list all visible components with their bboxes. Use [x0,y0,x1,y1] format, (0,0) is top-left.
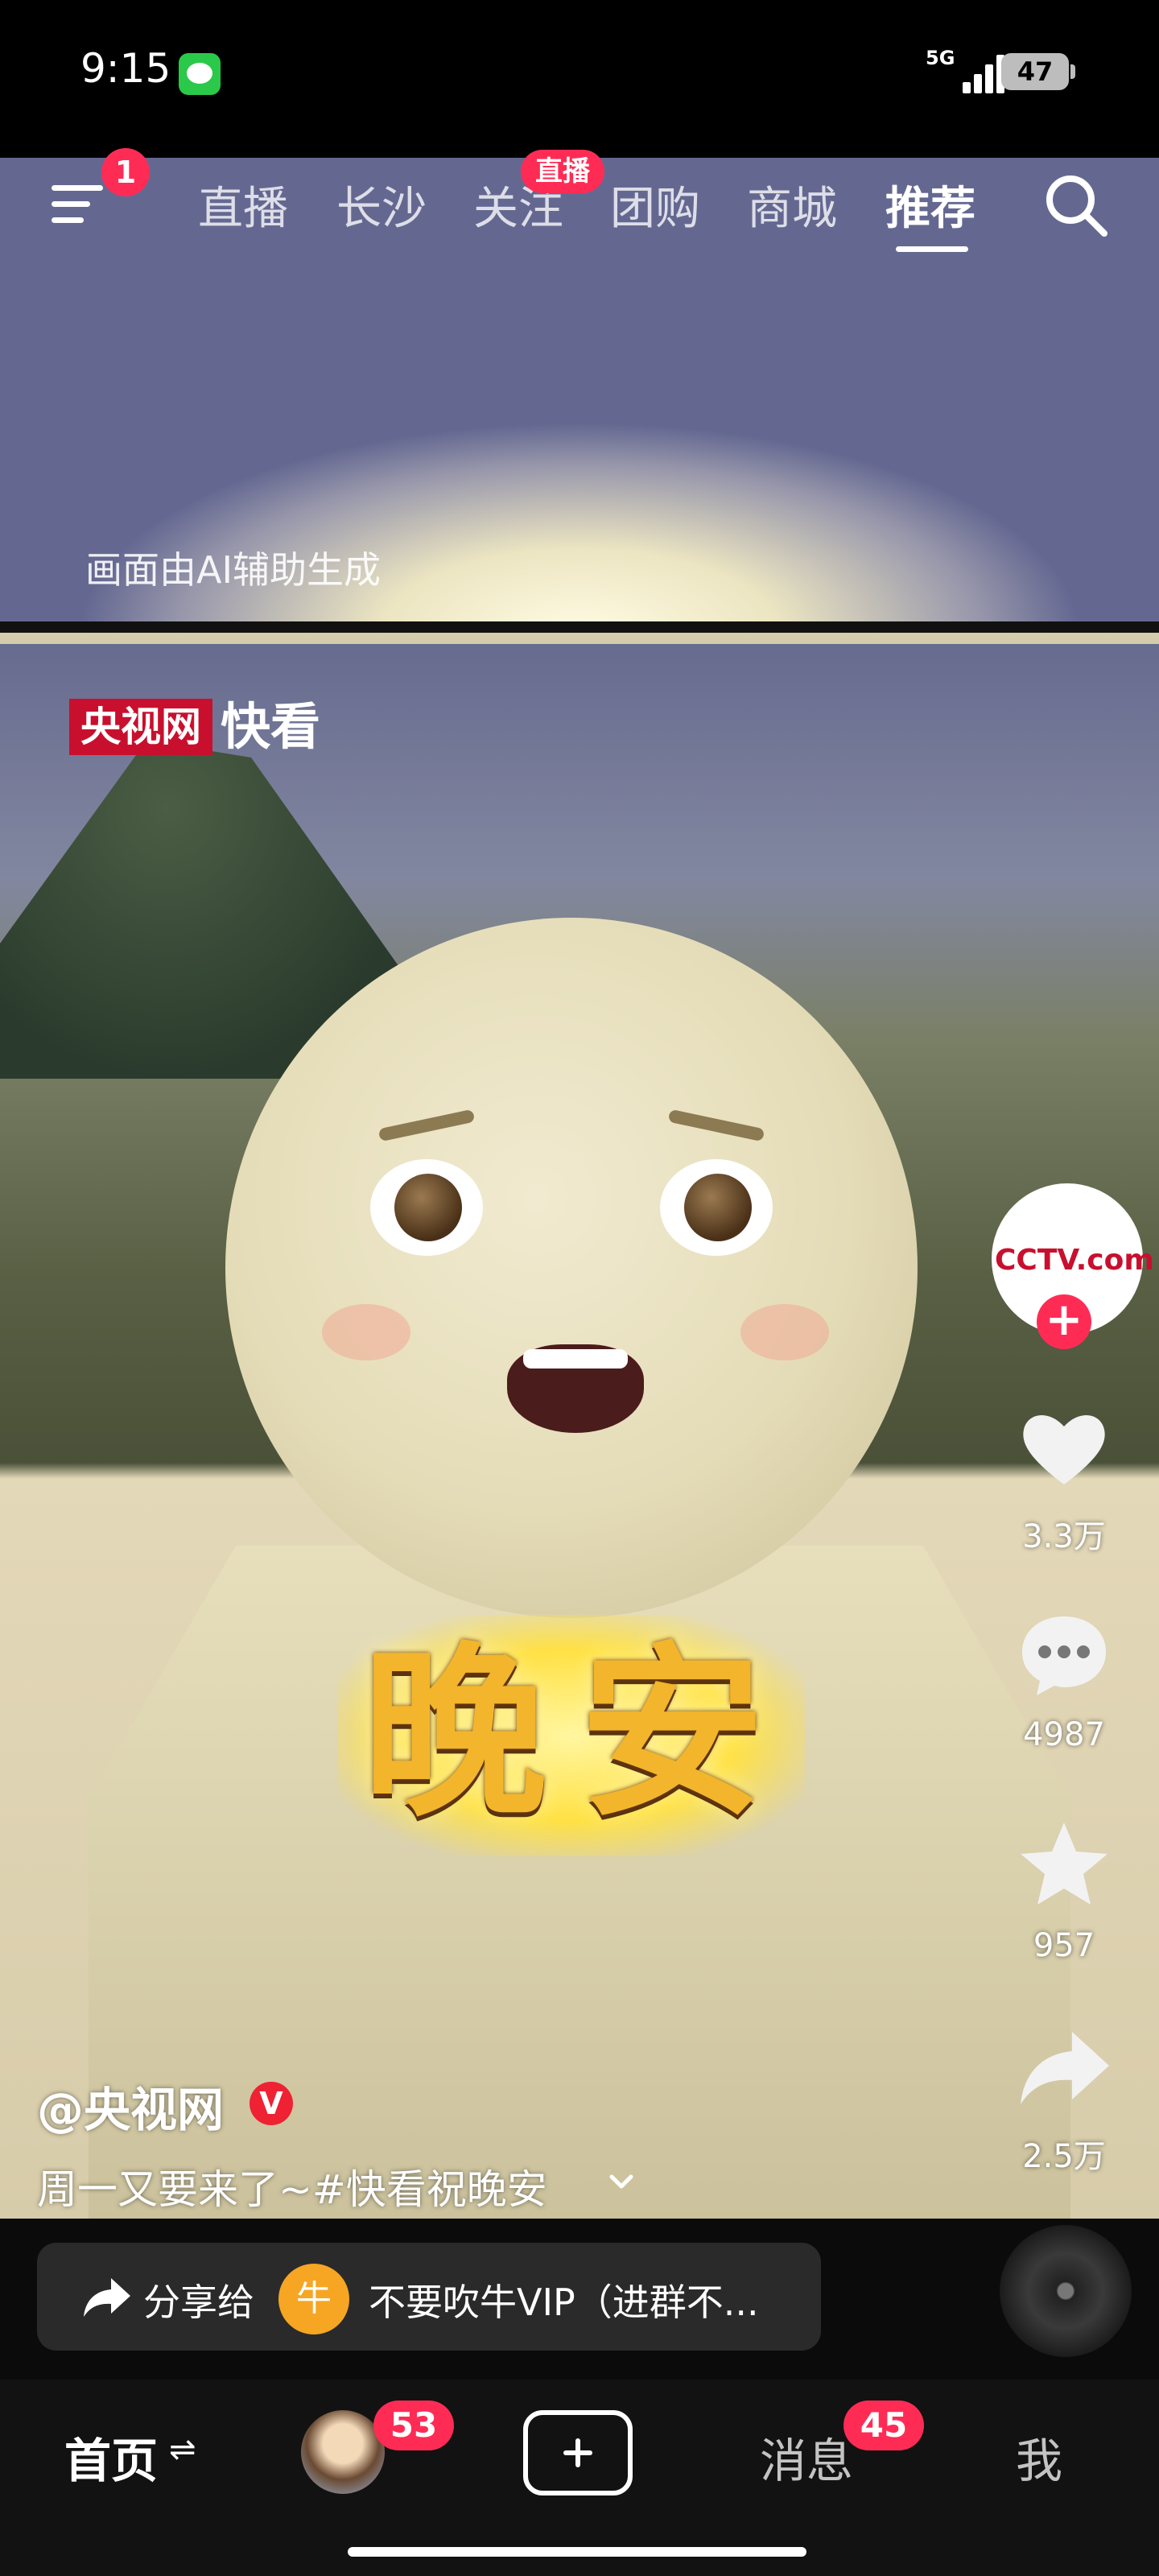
tab-recommend[interactable]: 推荐 [885,172,975,237]
search-icon [1046,175,1107,237]
share-label: 分享给 [143,2281,254,2324]
group-avatar: 牛 [278,2264,349,2334]
left-eye [370,1159,483,1256]
nav-messages[interactable]: 消息 [760,2423,853,2491]
follow-button[interactable]: + [1037,1294,1091,1349]
watermark-brand: 央视网 [69,699,212,755]
like-button[interactable] [1016,1401,1112,1497]
comment-icon [1022,1616,1106,1695]
nav-me[interactable]: 我 [1016,2423,1062,2491]
tab-live[interactable]: 直播 [198,172,288,237]
nav-friends-avatar[interactable] [301,2410,385,2494]
video-player[interactable] [0,158,1159,2219]
character-mouth [507,1344,644,1433]
comment-button[interactable] [1016,1607,1112,1703]
refresh-toggle-icon: ⇌ [169,2431,196,2468]
network-label: 5G [926,47,955,69]
share-button[interactable] [1016,2021,1112,2117]
menu-badge: 1 [101,148,150,196]
status-bar: 9:15 5G 47 [0,0,1159,158]
video-divider [0,621,1159,633]
group-name: 不要吹牛VIP（进群不... [369,2281,759,2324]
post-description[interactable]: 周一又要来了~#快看祝晚安 [37,2157,547,2215]
right-brow [667,1108,765,1142]
author-name[interactable]: @央视网 [37,2072,224,2140]
favorite-count: 957 [1033,1927,1095,1964]
tab-mall[interactable]: 商城 [747,172,837,237]
active-tab-indicator [896,246,968,252]
heart-icon [1023,1415,1105,1484]
music-disc-button[interactable] [1000,2225,1132,2357]
nav-home[interactable]: 首页 [64,2423,158,2491]
messages-badge: 45 [843,2401,924,2450]
left-cheek [322,1304,410,1360]
message-app-icon [179,53,221,95]
search-button[interactable] [1040,169,1112,242]
tab-group-buy[interactable]: 团购 [610,172,700,237]
friends-badge: 53 [373,2401,454,2450]
share-icon [80,2272,132,2323]
watermark-label: 快看 [221,697,321,756]
live-badge: 直播 [521,150,604,193]
cctv-watermark: 央视网 快看 [69,699,320,755]
star-icon [1021,1823,1107,1905]
battery-indicator: 47 [1001,53,1075,90]
left-brow [377,1108,476,1142]
create-post-button[interactable] [523,2410,633,2496]
avatar-logo-text: CCTV.com [995,1244,1154,1277]
home-indicator [348,2547,806,2557]
status-time: 9:15 [80,45,171,92]
ai-generated-notice: 画面由AI辅助生成 [85,548,382,592]
video-scene [0,644,1159,2219]
right-cheek [740,1304,829,1360]
favorite-button[interactable] [1016,1818,1112,1914]
right-eye [660,1159,773,1256]
menu-button[interactable] [52,182,103,227]
share-arrow-icon [1021,2032,1109,2104]
share-count: 2.5万 [1022,2138,1106,2175]
moon-character-head [225,918,918,1618]
like-count: 3.3万 [1022,1518,1106,1555]
expand-description-button[interactable] [605,2165,637,2198]
tab-changsha[interactable]: 长沙 [336,172,427,237]
comment-count: 4987 [1023,1716,1105,1753]
video-caption: 晚安 [362,1627,797,1842]
chevron-down-icon [609,2174,633,2189]
verified-badge: V [250,2082,293,2125]
